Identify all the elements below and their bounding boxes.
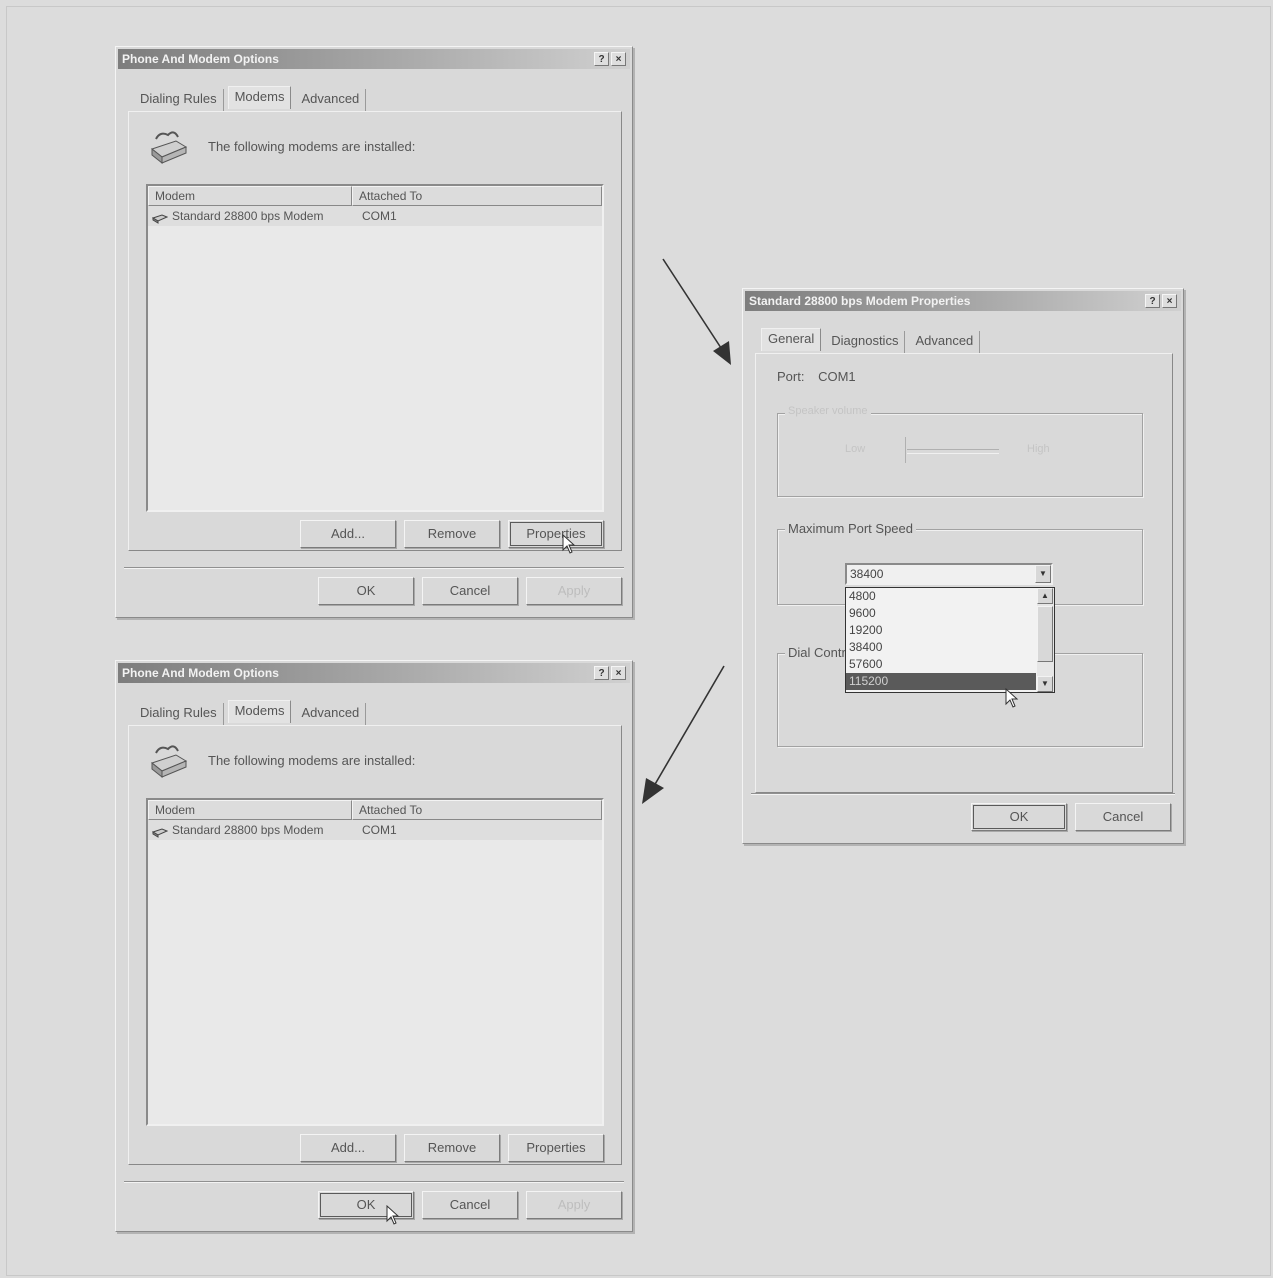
cancel-button[interactable]: Cancel	[1075, 803, 1171, 831]
phone-modem-options-dialog-bottom: Phone And Modem Options ? × Dialing Rule…	[115, 660, 633, 1232]
tab-diagnostics[interactable]: Diagnostics	[825, 331, 906, 354]
apply-button[interactable]: Apply	[526, 1191, 622, 1219]
dialog-title: Phone And Modem Options	[122, 52, 279, 66]
separator	[124, 567, 624, 569]
port-label: Port:	[777, 369, 805, 384]
remove-button[interactable]: Remove	[404, 1134, 500, 1162]
port-speed-dropdown-list[interactable]: 4800 9600 19200 38400 57600 115200 ▲ ▼	[845, 587, 1055, 693]
mouse-cursor-icon	[386, 1205, 400, 1225]
dropdown-scrollbar[interactable]: ▲ ▼	[1037, 588, 1054, 692]
phone-modem-options-dialog-top: Phone And Modem Options ? × Dialing Rule…	[115, 46, 633, 618]
speed-option[interactable]: 57600	[846, 656, 1036, 673]
title-bar[interactable]: Phone And Modem Options ? ×	[118, 663, 630, 683]
tab-modems[interactable]: Modems	[227, 700, 292, 723]
column-header-attached-to[interactable]: Attached To	[352, 186, 602, 206]
port-speed-selected: 38400	[850, 567, 884, 581]
tab-dialing-rules[interactable]: Dialing Rules	[134, 703, 224, 726]
installed-modems-text: The following modems are installed:	[208, 139, 416, 154]
help-button[interactable]: ?	[594, 52, 609, 66]
column-header-attached-to[interactable]: Attached To	[352, 800, 602, 820]
column-header-modem[interactable]: Modem	[148, 800, 352, 820]
modem-small-icon	[152, 214, 168, 224]
close-button[interactable]: ×	[1162, 294, 1177, 308]
modem-icon	[150, 131, 188, 165]
mouse-cursor-icon	[562, 534, 576, 554]
speaker-volume-label: Speaker volume	[785, 405, 871, 417]
dialog-title: Standard 28800 bps Modem Properties	[749, 294, 971, 308]
tab-dialing-rules[interactable]: Dialing Rules	[134, 89, 224, 112]
flow-arrow-to-bottom-dialog	[642, 665, 725, 804]
tab-modems[interactable]: Modems	[227, 86, 292, 109]
scroll-thumb[interactable]	[1037, 606, 1053, 662]
modem-port: COM1	[362, 823, 397, 837]
dropdown-arrow-icon[interactable]: ▼	[1035, 565, 1051, 583]
speaker-high-label: High	[1027, 443, 1050, 455]
tab-general[interactable]: General	[761, 328, 822, 351]
modem-name: Standard 28800 bps Modem	[172, 209, 324, 223]
modem-list[interactable]: Modem Attached To Standard 28800 bps Mod…	[146, 184, 604, 512]
speaker-low-label: Low	[845, 443, 866, 455]
max-port-speed-label: Maximum Port Speed	[785, 521, 916, 536]
modem-icon	[150, 745, 188, 779]
ok-button[interactable]: OK	[318, 577, 414, 605]
speaker-volume-slider[interactable]	[907, 449, 999, 454]
modem-name: Standard 28800 bps Modem	[172, 823, 324, 837]
slider-thumb[interactable]	[905, 437, 914, 463]
speed-option[interactable]: 4800	[846, 588, 1036, 605]
speaker-volume-group	[777, 413, 1143, 497]
tab-advanced[interactable]: Advanced	[295, 89, 367, 112]
column-header-modem[interactable]: Modem	[148, 186, 352, 206]
cancel-button[interactable]: Cancel	[422, 1191, 518, 1219]
tab-advanced[interactable]: Advanced	[909, 331, 981, 354]
modem-small-icon	[152, 828, 168, 838]
scroll-down-icon[interactable]: ▼	[1037, 676, 1053, 692]
help-button[interactable]: ?	[594, 666, 609, 680]
title-bar[interactable]: Standard 28800 bps Modem Properties ? ×	[745, 291, 1181, 311]
scroll-up-icon[interactable]: ▲	[1037, 588, 1053, 604]
port-speed-combobox[interactable]: 38400 ▼	[845, 563, 1053, 585]
title-bar[interactable]: Phone And Modem Options ? ×	[118, 49, 630, 69]
close-button[interactable]: ×	[611, 666, 626, 680]
close-button[interactable]: ×	[611, 52, 626, 66]
cancel-button[interactable]: Cancel	[422, 577, 518, 605]
properties-button[interactable]: Properties	[508, 520, 604, 548]
properties-button[interactable]: Properties	[508, 1134, 604, 1162]
flow-arrow-to-properties	[662, 258, 731, 365]
port-value: COM1	[818, 369, 856, 384]
add-button[interactable]: Add...	[300, 520, 396, 548]
speed-option[interactable]: 38400	[846, 639, 1036, 656]
list-item[interactable]: Standard 28800 bps Modem COM1	[148, 820, 602, 840]
tab-advanced[interactable]: Advanced	[295, 703, 367, 726]
list-item[interactable]: Standard 28800 bps Modem COM1	[148, 206, 602, 226]
speed-option[interactable]: 19200	[846, 622, 1036, 639]
mouse-cursor-icon	[1005, 687, 1019, 708]
speed-option[interactable]: 9600	[846, 605, 1036, 622]
remove-button[interactable]: Remove	[404, 520, 500, 548]
dialog-title: Phone And Modem Options	[122, 666, 279, 680]
ok-button[interactable]: OK	[971, 803, 1067, 831]
modem-port: COM1	[362, 209, 397, 223]
modem-properties-dialog: Standard 28800 bps Modem Properties ? × …	[742, 288, 1184, 844]
apply-button[interactable]: Apply	[526, 577, 622, 605]
separator	[124, 1181, 624, 1183]
add-button[interactable]: Add...	[300, 1134, 396, 1162]
help-button[interactable]: ?	[1145, 294, 1160, 308]
modem-list[interactable]: Modem Attached To Standard 28800 bps Mod…	[146, 798, 604, 1126]
installed-modems-text: The following modems are installed:	[208, 753, 416, 768]
separator	[751, 793, 1175, 795]
